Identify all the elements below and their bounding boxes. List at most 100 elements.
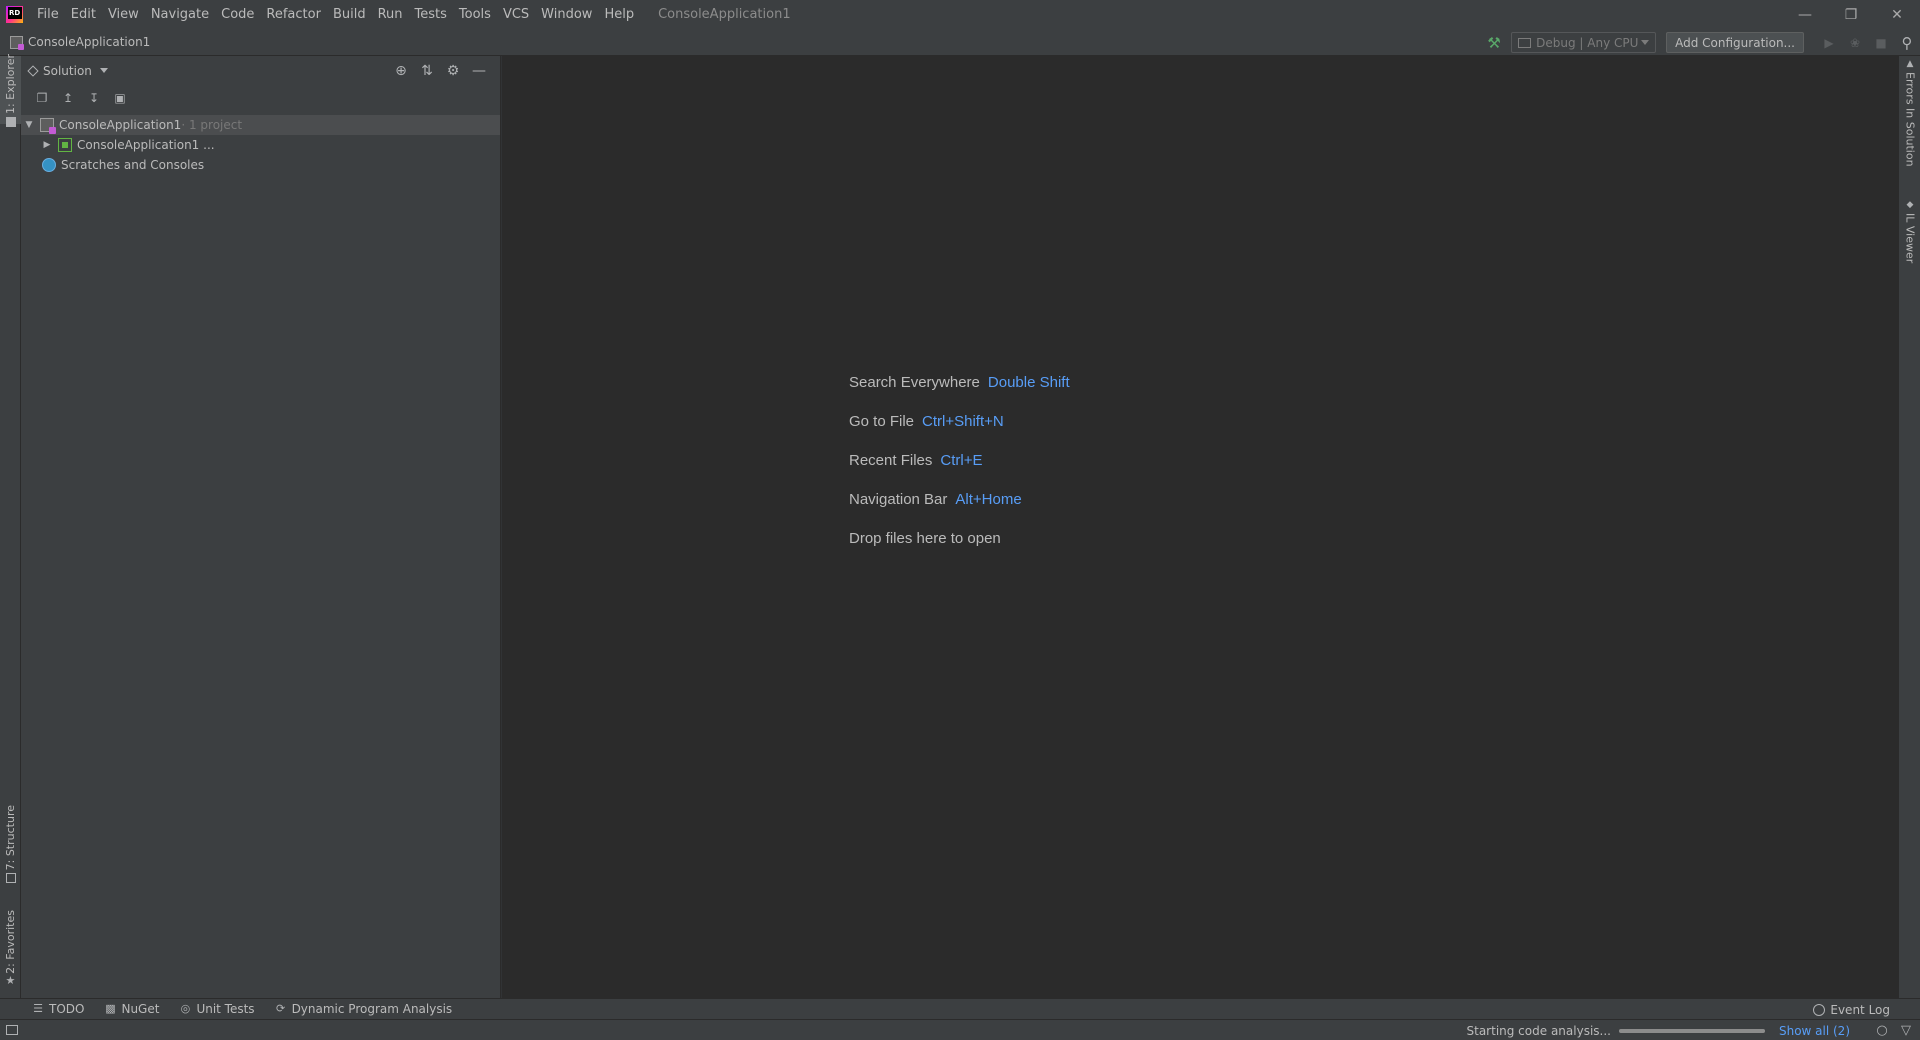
explorer-view-selector[interactable]: Solution (27, 63, 108, 78)
solution-icon (40, 118, 56, 134)
tab-dpa-label: Dynamic Program Analysis (291, 1002, 453, 1016)
menu-help[interactable]: Help (598, 0, 640, 29)
autoscroll-to-source-icon[interactable]: ↧ (81, 87, 107, 109)
tab-structure-label: 7: Structure (4, 804, 17, 871)
menu-code[interactable]: Code (215, 0, 260, 29)
tree-item-note: · 1 project (181, 118, 243, 132)
debug-bug-icon[interactable]: ❀ (1842, 29, 1868, 56)
progress-fill (1618, 1028, 1765, 1033)
hint-shortcut: Alt+Home (955, 491, 1022, 508)
solution-icon (10, 35, 24, 50)
minimize-button[interactable]: — (1782, 0, 1828, 29)
menu-refactor[interactable]: Refactor (260, 0, 327, 29)
il-viewer-icon: ◆ (1906, 200, 1914, 210)
preview-icon[interactable]: ▣ (107, 87, 133, 109)
gear-icon[interactable]: ⚙ (440, 56, 466, 85)
breadcrumb-label: ConsoleApplication1 (28, 35, 151, 49)
hint-label: Drop files here to open (849, 530, 1001, 547)
background-task-progress[interactable] (1618, 1028, 1765, 1033)
tab-errors-in-solution[interactable]: ▲ Errors In Solution (1899, 60, 1920, 167)
hint-recent-files: Recent Files Ctrl+E (849, 452, 1070, 491)
solution-view-icon (27, 64, 39, 77)
autoscroll-from-source-icon[interactable]: ↥ (55, 87, 81, 109)
solution-explorer-panel: Solution ⊕ ⇅ ⚙ — ❐ ↥ ↧ ▣ ▼ ConsoleApplic… (21, 56, 501, 998)
memory-indicator-icon[interactable]: ○ (1872, 1020, 1892, 1040)
tab-structure[interactable]: 7: Structure (0, 804, 21, 884)
stop-icon[interactable]: ■ (1868, 29, 1894, 56)
menu-file[interactable]: File (31, 0, 65, 29)
tree-item-project[interactable]: ▶ ConsoleApplication1 ... (21, 135, 500, 155)
show-files-icon[interactable]: ❐ (29, 87, 55, 109)
explorer-title: Solution (43, 63, 92, 78)
csharp-project-icon (58, 138, 72, 152)
bottom-tool-bar: ☰ TODO ▩ NuGet ◎ Unit Tests ⟳ Dynamic Pr… (0, 998, 1920, 1019)
left-tool-strip: 1: Explorer 7: Structure 2: Favorites ★ (0, 54, 21, 1018)
close-button[interactable]: ✕ (1874, 0, 1920, 29)
hint-shortcut: Ctrl+Shift+N (922, 413, 1004, 430)
scratches-icon (42, 158, 56, 172)
hint-label: Go to File (849, 413, 915, 430)
chevron-down-icon (1641, 40, 1650, 45)
explorer-toolbar: ❐ ↥ ↧ ▣ (21, 85, 500, 111)
tree-item-label: ConsoleApplication1 (59, 118, 182, 132)
tab-event-log-label: Event Log (1830, 1002, 1890, 1017)
menu-tools[interactable]: Tools (453, 0, 497, 29)
hint-search-everywhere: Search Everywhere Double Shift (849, 374, 1070, 413)
structure-icon (5, 873, 16, 884)
toggle-tool-windows-icon[interactable] (6, 1025, 18, 1035)
nuget-icon: ▩ (105, 1002, 116, 1015)
filter-icon[interactable]: ▽ (1896, 1020, 1916, 1040)
folder-icon (5, 116, 16, 127)
tree-item-scratches[interactable]: Scratches and Consoles (21, 155, 500, 175)
tab-dynamic-program-analysis[interactable]: ⟳ Dynamic Program Analysis (275, 1002, 453, 1016)
breadcrumb[interactable]: ConsoleApplication1 (10, 35, 151, 50)
run-icon[interactable]: ▶ (1816, 29, 1842, 56)
menu-vcs[interactable]: VCS (497, 0, 535, 29)
hint-shortcut: Ctrl+E (940, 452, 983, 469)
tab-favorites[interactable]: 2: Favorites ★ (0, 908, 21, 988)
dpa-icon: ⟳ (275, 1002, 286, 1015)
tab-il-viewer[interactable]: ◆ IL Viewer (1899, 200, 1920, 264)
editor-area[interactable]: Search Everywhere Double Shift Go to File… (502, 56, 1898, 998)
explorer-header: Solution ⊕ ⇅ ⚙ — (21, 56, 500, 85)
right-tool-strip: ▲ Errors In Solution ◆ IL Viewer (1898, 56, 1920, 998)
chevron-right-icon[interactable]: ▶ (42, 140, 52, 150)
search-icon[interactable]: ⚲ (1894, 29, 1920, 56)
tree-item-label: Scratches and Consoles (61, 158, 205, 172)
star-icon: ★ (5, 974, 16, 988)
window-title: ConsoleApplication1 (658, 7, 791, 22)
tab-explorer[interactable]: 1: Explorer (0, 54, 21, 127)
restore-button[interactable]: ❐ (1828, 0, 1874, 29)
tree-item-solution[interactable]: ▼ ConsoleApplication1 · 1 project (21, 115, 500, 135)
add-configuration-button[interactable]: Add Configuration... (1666, 32, 1804, 53)
show-all-tasks-link[interactable]: Show all (2) (1779, 1024, 1850, 1038)
hide-panel-icon[interactable]: — (466, 56, 492, 85)
editor-empty-hints: Search Everywhere Double Shift Go to File… (849, 374, 1070, 569)
menu-build[interactable]: Build (327, 0, 372, 29)
run-toolbar: ⚒ Debug | Any CPU Add Configuration... ▶… (1485, 29, 1920, 56)
collapse-all-icon[interactable]: ⇅ (414, 56, 440, 85)
solution-configuration-select[interactable]: Debug | Any CPU (1511, 32, 1657, 53)
navigation-bar: ConsoleApplication1 ⚒ Debug | Any CPU Ad… (0, 29, 1920, 56)
menu-run[interactable]: Run (372, 0, 409, 29)
list-icon: ☰ (33, 1002, 43, 1015)
explorer-header-actions: ⊕ ⇅ ⚙ — (388, 56, 492, 85)
hint-shortcut: Double Shift (987, 374, 1070, 391)
build-hammer-icon[interactable]: ⚒ (1485, 34, 1503, 52)
chevron-down-icon[interactable]: ▼ (24, 120, 34, 130)
status-bar: Starting code analysis... Show all (2) ○… (0, 1019, 1920, 1040)
locate-target-icon[interactable]: ⊕ (388, 56, 414, 85)
configuration-label: Debug | Any CPU (1536, 35, 1639, 50)
tree-item-label: ConsoleApplication1 ... (77, 138, 215, 152)
tab-unit-tests[interactable]: ◎ Unit Tests (179, 1002, 255, 1016)
tab-todo[interactable]: ☰ TODO (32, 1002, 84, 1016)
tab-event-log[interactable]: Event Log (1813, 999, 1890, 1020)
menu-view[interactable]: View (102, 0, 145, 29)
tab-nuget[interactable]: ▩ NuGet (104, 1002, 159, 1016)
configuration-icon (1518, 37, 1532, 48)
menu-window[interactable]: Window (535, 0, 598, 29)
menu-edit[interactable]: Edit (65, 0, 102, 29)
menu-tests[interactable]: Tests (409, 0, 453, 29)
menu-navigate[interactable]: Navigate (145, 0, 215, 29)
status-bar-right: Starting code analysis... Show all (2) ○… (1467, 1020, 1920, 1040)
